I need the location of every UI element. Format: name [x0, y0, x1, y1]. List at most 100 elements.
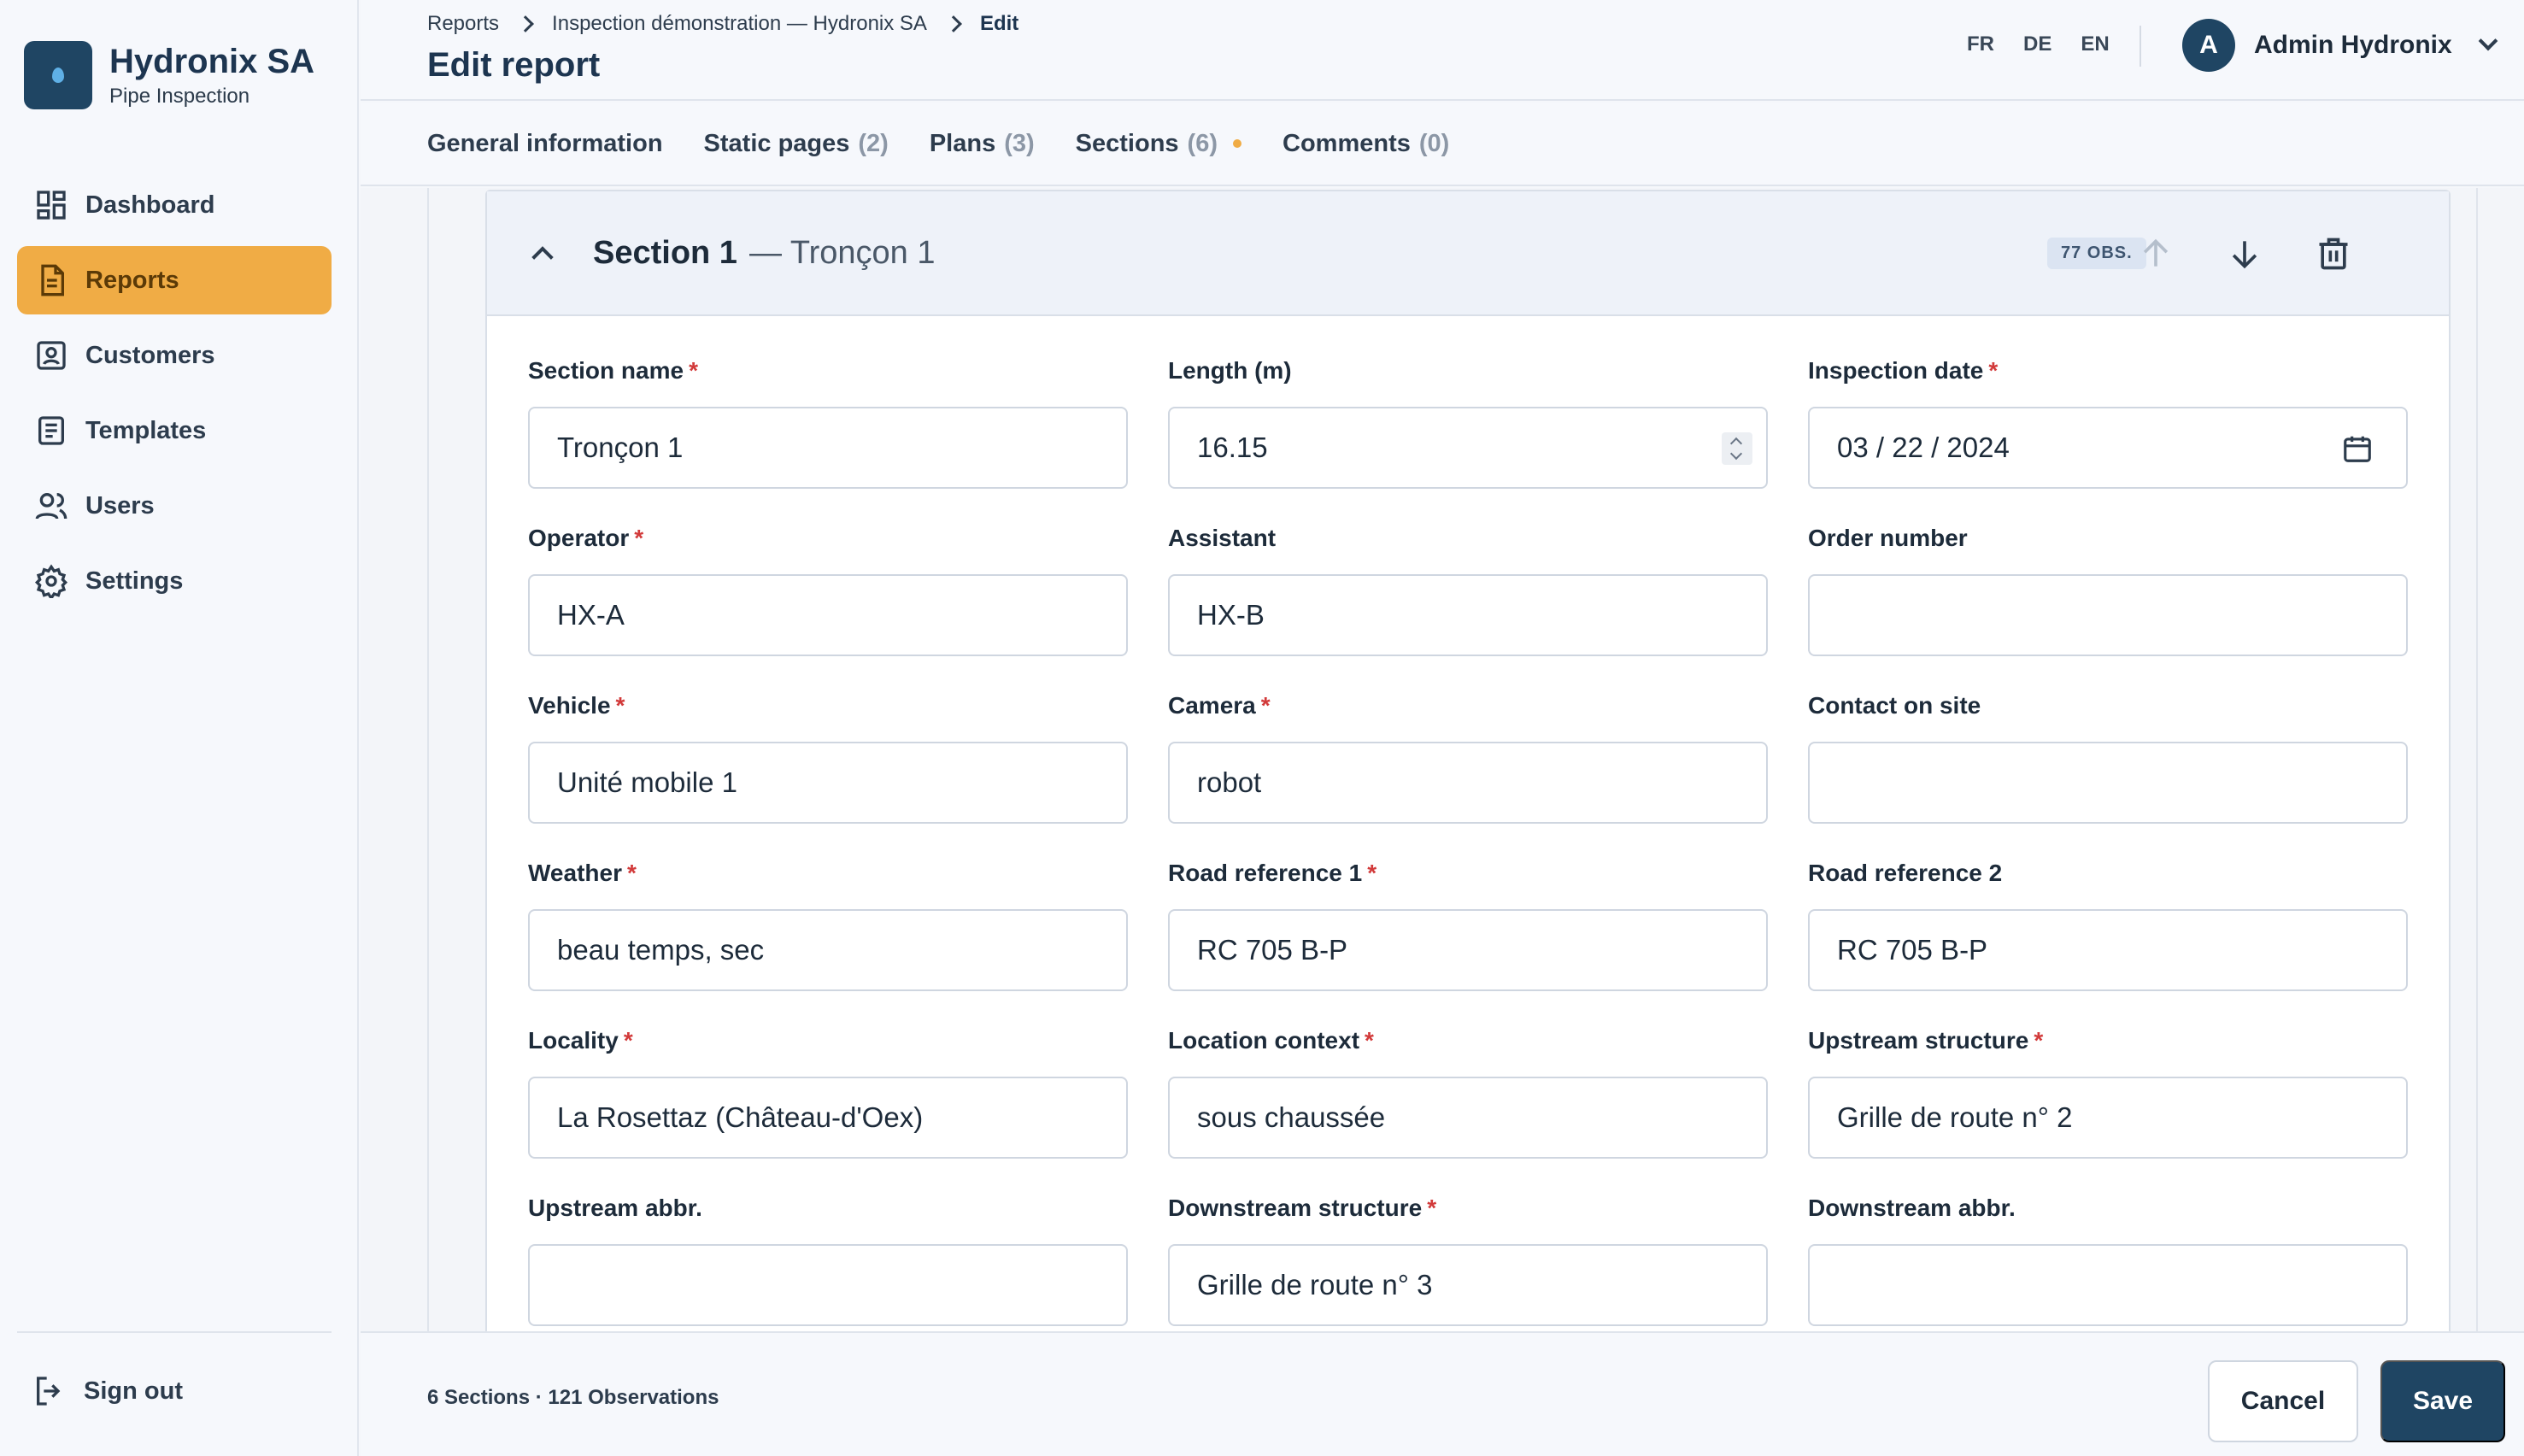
- assistant-input[interactable]: HX-B: [1168, 574, 1768, 656]
- required-marker: *: [634, 525, 644, 551]
- field-locality: Locality * La Rosettaz (Château-d'Oex): [528, 1027, 1128, 1159]
- field-label: Section name: [528, 357, 684, 384]
- required-marker: *: [1367, 860, 1377, 886]
- sidebar-item-label: Templates: [85, 416, 207, 444]
- tab-label: Static pages: [703, 129, 850, 157]
- field-label: Length (m): [1168, 357, 1292, 384]
- sidebar-item-customers[interactable]: Customers: [17, 321, 332, 390]
- tab-plans[interactable]: Plans (3): [930, 130, 1035, 158]
- brand-subtitle: Pipe Inspection: [109, 85, 250, 108]
- main-content[interactable]: Section 1 — Tronçon 1 77 OBS. Section na…: [361, 188, 2524, 1331]
- tab-general-information[interactable]: General information: [427, 130, 663, 158]
- weather-input[interactable]: beau temps, sec: [528, 909, 1128, 991]
- field-vehicle: Vehicle * Unité mobile 1: [528, 692, 1128, 824]
- tab-label: Comments: [1283, 129, 1411, 157]
- field-location-context: Location context * sous chaussée: [1168, 1027, 1768, 1159]
- tab-sections[interactable]: Sections (6): [1076, 130, 1241, 158]
- order-number-input[interactable]: [1808, 574, 2408, 656]
- sidebar-item-label: Dashboard: [85, 191, 215, 219]
- sidebar-divider: [17, 1331, 332, 1333]
- move-down-button[interactable]: [2223, 232, 2266, 275]
- calendar-icon[interactable]: [2341, 432, 2374, 465]
- operator-input[interactable]: HX-A: [528, 574, 1128, 656]
- dashboard-icon: [32, 186, 70, 224]
- arrow-down-icon: [2232, 241, 2257, 269]
- tab-count: (0): [1418, 129, 1450, 157]
- sidebar-item-reports[interactable]: Reports: [17, 246, 332, 314]
- cancel-button[interactable]: Cancel: [2208, 1360, 2358, 1442]
- length-input[interactable]: 16.15: [1168, 407, 1768, 489]
- summary-text: 6 Sections · 121 Observations: [427, 1386, 719, 1409]
- upstream-structure-input[interactable]: Grille de route n° 2: [1808, 1077, 2408, 1159]
- field-label: Downstream structure: [1168, 1195, 1423, 1221]
- brand[interactable]: Hydronix SA Pipe Inspection: [24, 41, 314, 109]
- section-card: Section 1 — Tronçon 1 77 OBS. Section na…: [485, 190, 2451, 1331]
- sidebar-item-settings[interactable]: Settings: [17, 547, 332, 615]
- road-reference-1-input[interactable]: RC 705 B-P: [1168, 909, 1768, 991]
- templates-icon: [32, 412, 70, 449]
- downstream-abbr-input[interactable]: [1808, 1244, 2408, 1326]
- upstream-abbr-input[interactable]: [528, 1244, 1128, 1326]
- date-value: 03 / 22 / 2024: [1837, 432, 2010, 463]
- sidebar-nav: Dashboard Reports Customers Templates Us…: [17, 171, 332, 622]
- sidebar-item-templates[interactable]: Templates: [17, 396, 332, 465]
- language-switcher: FR DE EN: [1967, 32, 2139, 56]
- locality-input[interactable]: La Rosettaz (Château-d'Oex): [528, 1077, 1128, 1159]
- vehicle-input[interactable]: Unité mobile 1: [528, 742, 1128, 824]
- delete-section-button[interactable]: [2312, 232, 2355, 275]
- sign-out-button[interactable]: Sign out: [32, 1374, 183, 1408]
- sidebar-item-dashboard[interactable]: Dashboard: [17, 171, 332, 239]
- tab-comments[interactable]: Comments (0): [1283, 130, 1449, 158]
- tab-bar: General information Static pages (2) Pla…: [361, 103, 2524, 186]
- downstream-structure-input[interactable]: Grille de route n° 3: [1168, 1244, 1768, 1326]
- sidebar: Hydronix SA Pipe Inspection Dashboard Re…: [0, 0, 359, 1456]
- chevron-up-icon[interactable]: [531, 246, 554, 268]
- required-marker: *: [1365, 1027, 1374, 1054]
- field-downstream-abbr: Downstream abbr.: [1808, 1195, 2408, 1326]
- camera-input[interactable]: robot: [1168, 742, 1768, 824]
- field-road-reference-1: Road reference 1 * RC 705 B-P: [1168, 860, 1768, 991]
- tab-static-pages[interactable]: Static pages (2): [704, 130, 889, 158]
- field-label: Upstream structure: [1808, 1027, 2029, 1054]
- field-label: Camera: [1168, 692, 1256, 719]
- user-menu[interactable]: A Admin Hydronix: [2182, 19, 2498, 72]
- breadcrumb-reports[interactable]: Reports: [427, 12, 499, 36]
- section-name-input[interactable]: Tronçon 1: [528, 407, 1128, 489]
- customers-icon: [32, 337, 70, 374]
- field-label: Order number: [1808, 525, 1968, 551]
- field-label: Contact on site: [1808, 692, 1981, 719]
- save-button[interactable]: Save: [2380, 1360, 2505, 1442]
- action-footer: 6 Sections · 121 Observations Cancel Sav…: [361, 1331, 2524, 1456]
- field-order-number: Order number: [1808, 525, 2408, 656]
- language-de[interactable]: DE: [2023, 32, 2051, 56]
- users-icon: [32, 487, 70, 525]
- section-title: Section 1: [593, 234, 737, 271]
- breadcrumb-report[interactable]: Inspection démonstration — Hydronix SA: [552, 12, 927, 36]
- sections-container: Section 1 — Tronçon 1 77 OBS. Section na…: [427, 188, 2478, 1331]
- sidebar-item-users[interactable]: Users: [17, 472, 332, 540]
- sidebar-item-label: Settings: [85, 567, 184, 595]
- required-marker: *: [626, 860, 637, 886]
- language-en[interactable]: EN: [2081, 32, 2109, 56]
- location-context-input[interactable]: sous chaussée: [1168, 1077, 1768, 1159]
- section-header[interactable]: Section 1 — Tronçon 1 77 OBS.: [487, 191, 2449, 316]
- field-downstream-structure: Downstream structure * Grille de route n°…: [1168, 1195, 1768, 1326]
- inspection-date-input[interactable]: 03 / 22 / 2024: [1808, 407, 2408, 489]
- trash-icon: [2319, 238, 2348, 270]
- field-label: Weather: [528, 860, 622, 886]
- move-up-button[interactable]: [2134, 232, 2177, 275]
- tab-count: (2): [858, 129, 889, 157]
- road-reference-2-input[interactable]: RC 705 B-P: [1808, 909, 2408, 991]
- language-fr[interactable]: FR: [1967, 32, 1994, 56]
- field-label: Road reference 2: [1808, 860, 2003, 886]
- field-label: Downstream abbr.: [1808, 1195, 2016, 1221]
- required-marker: *: [689, 357, 698, 384]
- field-length: Length (m) 16.15: [1168, 357, 1768, 489]
- contact-input[interactable]: [1808, 742, 2408, 824]
- breadcrumb-current: Edit: [979, 12, 1019, 35]
- gear-icon: [32, 562, 70, 600]
- section-subtitle: — Tronçon 1: [748, 234, 936, 271]
- field-label: Inspection date: [1808, 357, 1984, 384]
- report-icon: [32, 261, 70, 299]
- number-spinner-icon[interactable]: [1722, 432, 1752, 465]
